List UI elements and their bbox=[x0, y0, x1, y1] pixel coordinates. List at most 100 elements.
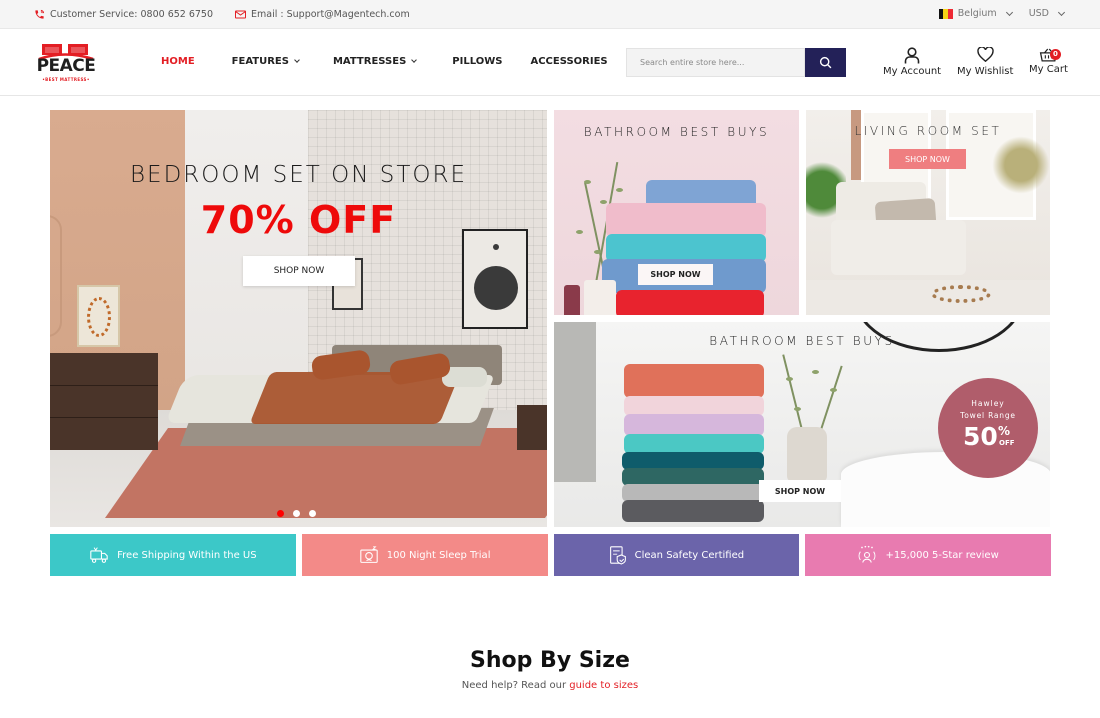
currency-selector[interactable]: USD bbox=[1028, 8, 1066, 19]
banner-bathroom-towel-range[interactable]: BATHROOM BEST BUYS Hawley Towel Range 50… bbox=[554, 322, 1050, 527]
nav-mattresses[interactable]: MATTRESSES bbox=[332, 56, 418, 67]
badge-off: OFF bbox=[999, 439, 1015, 447]
badge-line-1: Hawley bbox=[971, 399, 1005, 408]
cart-link[interactable]: 0 My Cart bbox=[1029, 47, 1068, 75]
banner-1-title: BATHROOM BEST BUYS bbox=[583, 125, 770, 139]
review-stars-icon bbox=[859, 545, 876, 563]
heart-icon bbox=[977, 47, 994, 62]
cart-count-badge: 0 bbox=[1049, 49, 1061, 60]
banner-2-shop-now-button[interactable]: SHOP NOW bbox=[889, 149, 966, 169]
account-link[interactable]: My Account bbox=[883, 47, 941, 77]
sleep-icon bbox=[360, 546, 378, 563]
feature-label: +15,000 5-Star review bbox=[885, 549, 999, 561]
feature-label: Clean Safety Certified bbox=[634, 549, 745, 561]
hero-title: BEDROOM SET ON STORE bbox=[129, 162, 468, 188]
banner-1-shop-now-button[interactable]: SHOP NOW bbox=[638, 264, 713, 285]
slider-dot-2[interactable] bbox=[293, 510, 300, 517]
towel-image bbox=[616, 290, 764, 315]
country-label: Belgium bbox=[957, 8, 997, 19]
currency-label: USD bbox=[1028, 8, 1049, 19]
section-subtitle: Need help? Read our guide to sizes bbox=[0, 680, 1100, 691]
chevron-down-icon bbox=[1057, 8, 1066, 16]
jug-image bbox=[787, 427, 827, 482]
search-icon bbox=[819, 56, 832, 69]
bed-throw-image bbox=[249, 372, 461, 424]
decor-beads-image bbox=[931, 285, 991, 303]
badge-percent-sign: % bbox=[998, 424, 1011, 438]
logo-text: PEACE bbox=[36, 56, 96, 76]
towel-image bbox=[624, 434, 764, 454]
nav-features[interactable]: FEATURES bbox=[231, 56, 300, 67]
chevron-down-icon bbox=[1005, 8, 1013, 16]
support-email[interactable]: Email : Support@Magentech.com bbox=[235, 9, 410, 20]
slider-dot-1[interactable] bbox=[277, 510, 284, 517]
banner-living-room[interactable]: LIVING ROOM SET SHOP NOW bbox=[806, 110, 1050, 315]
phone-icon bbox=[35, 9, 45, 19]
chevron-down-icon bbox=[294, 57, 300, 63]
hero-offer: 70% OFF bbox=[200, 198, 397, 242]
cart-label: My Cart bbox=[1029, 64, 1068, 75]
banner-3-shop-now-button[interactable]: SHOP NOW bbox=[759, 480, 841, 502]
slider-dot-3[interactable] bbox=[309, 510, 316, 517]
nav-home-label: HOME bbox=[161, 56, 195, 67]
art-frame-image bbox=[462, 229, 528, 329]
towel-image bbox=[622, 500, 764, 522]
logo[interactable]: PEACE •BEST MATTRESS• bbox=[36, 41, 96, 85]
banner-2-title: LIVING ROOM SET bbox=[854, 124, 1002, 138]
search-button[interactable] bbox=[805, 48, 846, 77]
belgium-flag-icon bbox=[938, 8, 953, 19]
nav-pillows[interactable]: PILLOWS bbox=[452, 56, 502, 67]
hero-slider[interactable]: BEDROOM SET ON STORE 70% OFF SHOP NOW bbox=[50, 110, 547, 527]
size-guide-link[interactable]: guide to sizes bbox=[569, 680, 638, 691]
towel-image bbox=[606, 234, 766, 262]
nav-pillows-label: PILLOWS bbox=[452, 56, 503, 67]
main-nav: HOME FEATURES MATTRESSES PILLOWS ACCESSO… bbox=[161, 56, 608, 67]
feature-strip: Free Shipping Within the US 100 Night Sl… bbox=[50, 534, 1051, 576]
section-help-text: Need help? Read our bbox=[461, 680, 567, 691]
art-frame-image bbox=[77, 285, 120, 347]
wishlist-link[interactable]: My Wishlist bbox=[957, 47, 1013, 77]
nightstand-image bbox=[517, 405, 547, 450]
safety-certificate-icon bbox=[609, 546, 626, 565]
delivery-truck-icon bbox=[90, 547, 108, 563]
nav-features-label: FEATURES bbox=[231, 56, 289, 67]
towel-image bbox=[606, 203, 766, 237]
feature-label: 100 Night Sleep Trial bbox=[386, 549, 491, 561]
feature-reviews[interactable]: +15,000 5-Star review bbox=[805, 534, 1051, 576]
feature-label: Free Shipping Within the US bbox=[117, 549, 257, 561]
nav-mattresses-label: MATTRESSES bbox=[332, 56, 407, 67]
section-title: Shop By Size bbox=[470, 648, 630, 673]
country-selector[interactable]: Belgium bbox=[938, 8, 1013, 19]
badge-line-2: Towel Range bbox=[960, 411, 1016, 420]
top-bar: Customer Service: 0800 652 6750 Email : … bbox=[0, 0, 1100, 29]
plant-image bbox=[991, 130, 1050, 200]
feature-sleep-trial[interactable]: 100 Night Sleep Trial bbox=[301, 534, 548, 576]
chevron-down-icon bbox=[411, 57, 418, 63]
logo-tagline: •BEST MATTRESS• bbox=[42, 77, 90, 82]
dresser-image bbox=[50, 353, 158, 450]
nav-home[interactable]: HOME bbox=[161, 56, 195, 67]
customer-service-text: Customer Service: 0800 652 6750 bbox=[50, 9, 214, 20]
customer-service[interactable]: Customer Service: 0800 652 6750 bbox=[34, 9, 213, 20]
search-input[interactable] bbox=[626, 48, 805, 77]
nav-accessories[interactable]: ACCESSORIES bbox=[530, 56, 607, 67]
badge-percent: 50 bbox=[963, 422, 998, 451]
wishlist-label: My Wishlist bbox=[957, 66, 1014, 77]
header: PEACE •BEST MATTRESS• HOME FEATURES MATT… bbox=[0, 29, 1100, 96]
discount-badge: Hawley Towel Range 50 % OFF bbox=[938, 378, 1038, 478]
account-label: My Account bbox=[883, 66, 942, 77]
banner-bathroom-towels[interactable]: BATHROOM BEST BUYS SHOP NOW bbox=[554, 110, 799, 315]
banner-3-title: BATHROOM BEST BUYS bbox=[709, 334, 895, 348]
nav-accessories-label: ACCESSORIES bbox=[530, 56, 608, 67]
mail-icon bbox=[235, 10, 247, 19]
search-bar bbox=[626, 48, 846, 77]
user-icon bbox=[904, 47, 920, 64]
feature-safety-certified[interactable]: Clean Safety Certified bbox=[553, 534, 800, 576]
email-text: Email : Support@Magentech.com bbox=[251, 9, 410, 20]
slider-dots bbox=[277, 510, 316, 517]
towel-image bbox=[624, 364, 764, 398]
feature-free-shipping[interactable]: Free Shipping Within the US bbox=[50, 534, 296, 576]
hero-shop-now-button[interactable]: SHOP NOW bbox=[243, 256, 355, 286]
ottoman-image bbox=[806, 280, 1050, 315]
towel-image bbox=[624, 396, 764, 416]
